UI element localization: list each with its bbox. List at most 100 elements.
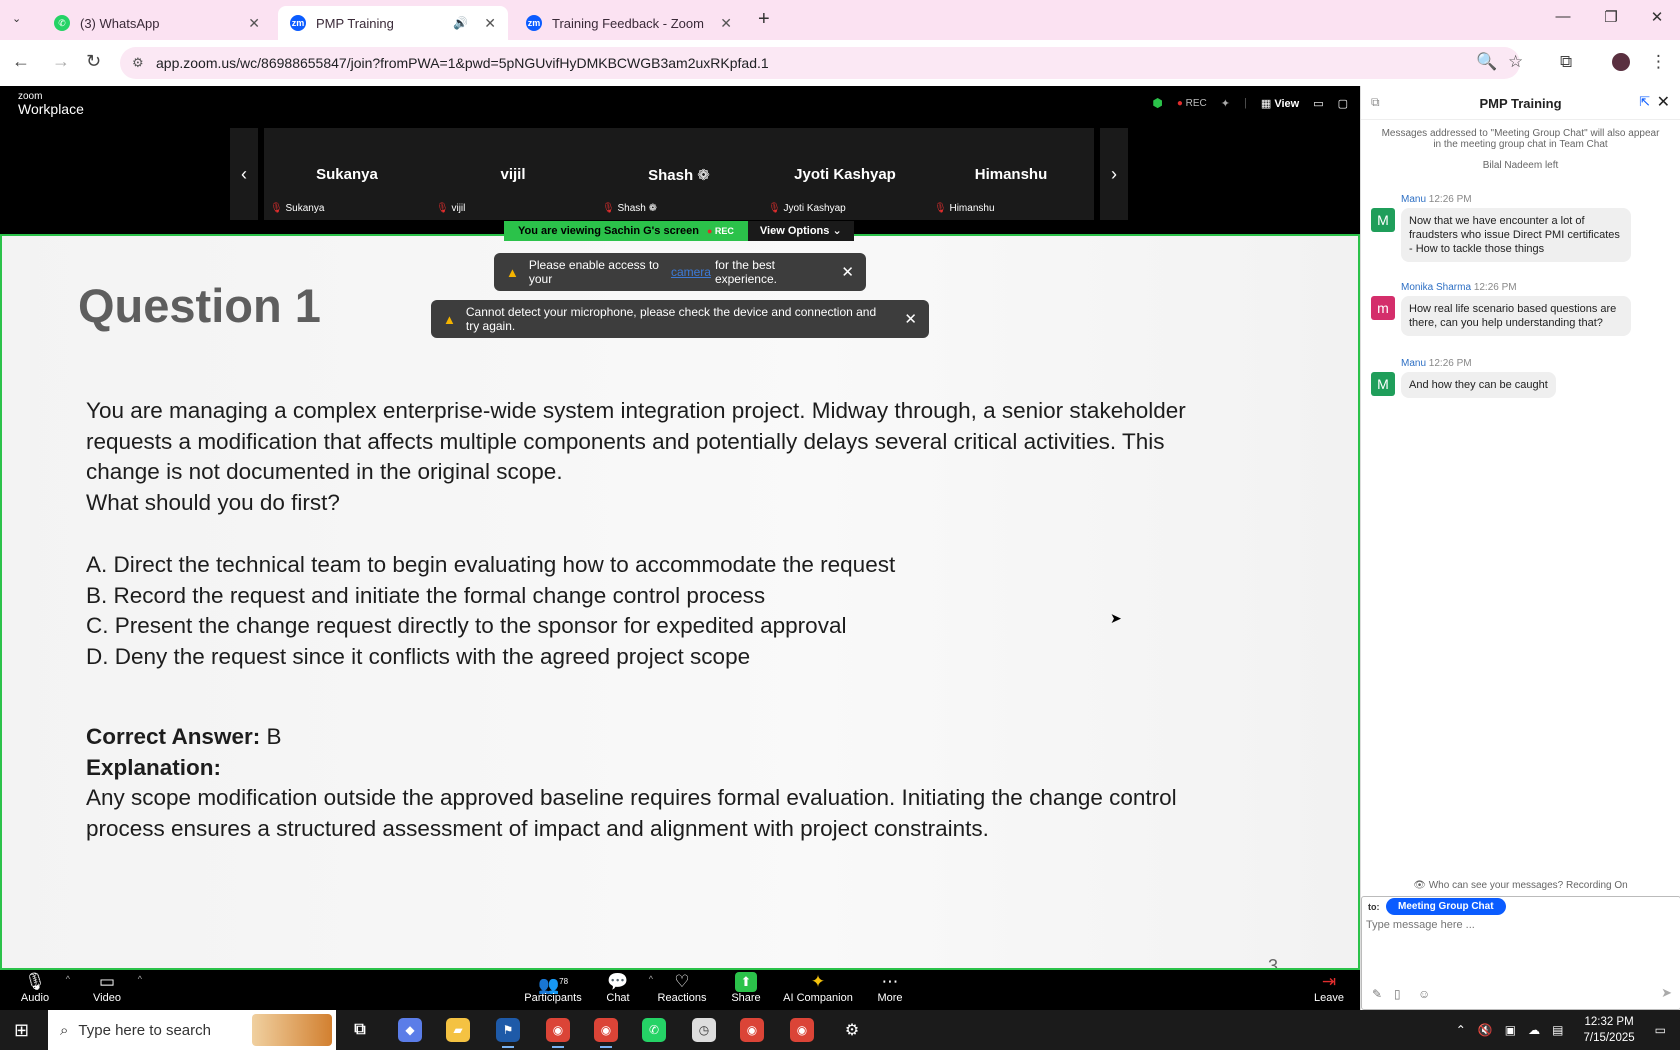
site-info-icon[interactable]: ⚙ — [132, 55, 144, 71]
back-arrow-icon[interactable]: ← — [12, 51, 30, 72]
minimize-meeting-icon[interactable]: ▭ — [1313, 97, 1323, 110]
clock-app-icon[interactable]: ◷ — [692, 1018, 716, 1042]
video-button[interactable]: ▭ Video ^ — [72, 972, 142, 1004]
settings-gear-icon[interactable]: ⚙ — [840, 1018, 864, 1042]
encryption-shield-icon[interactable]: ⬢ — [1152, 96, 1162, 110]
volume-muted-icon[interactable]: 🔇 — [1478, 1023, 1493, 1037]
participant-tile[interactable]: Shash ❁ 🎙 Shash ❁ — [596, 128, 762, 220]
url-input[interactable]: ⚙ app.zoom.us/wc/86988655847/join?fromPW… — [120, 47, 1520, 79]
warning-icon: ▲ — [506, 264, 519, 280]
show-hidden-icons-chevron-icon[interactable]: ⌃ — [1456, 1023, 1466, 1037]
file-icon[interactable]: ▯ — [1394, 987, 1401, 1001]
new-tab-plus-icon[interactable]: + — [758, 8, 770, 31]
clock-time: 12:32 PM — [1584, 1016, 1634, 1028]
browser-menu-icon[interactable]: ⋮ — [1650, 52, 1667, 72]
chrome-icon[interactable]: ◉ — [546, 1018, 570, 1048]
participant-tile[interactable]: Sukanya 🎙 Sukanya — [264, 128, 430, 220]
strip-prev-arrow-icon[interactable]: ‹ — [230, 128, 258, 220]
shared-screen: Question 1 You are managing a complex en… — [0, 234, 1360, 970]
format-icon[interactable]: ✎ — [1372, 987, 1382, 1001]
close-tab-icon[interactable]: ✕ — [720, 15, 732, 32]
whatsapp-icon[interactable]: ✆ — [642, 1018, 666, 1042]
send-icon[interactable]: ➤ — [1661, 985, 1672, 1001]
leave-button[interactable]: ⇥ Leave — [1304, 972, 1354, 1004]
close-chat-icon[interactable]: ✕ — [1657, 92, 1670, 112]
minimize-icon[interactable]: — — [1548, 8, 1578, 25]
recipient-dropdown[interactable]: Meeting Group Chat — [1386, 898, 1506, 915]
participant-label-text: Jyoti Kashyap — [783, 203, 846, 214]
explanation-label: Explanation: — [86, 754, 222, 780]
taskbar-clock[interactable]: 12:32 PM 7/15/2025 — [1583, 1014, 1634, 1046]
chrome-icon[interactable]: ◉ — [790, 1018, 814, 1042]
tab-list-chevron-icon[interactable]: ⌄ — [12, 12, 21, 25]
logo-big-text: Workplace — [18, 101, 84, 117]
camera-link[interactable]: camera — [671, 265, 711, 279]
notif-text: for the best experience. — [714, 258, 777, 286]
sparkle-icon: ✦ — [810, 972, 826, 991]
video-caret-icon[interactable]: ^ — [138, 974, 142, 984]
task-view-icon[interactable]: ⧉ — [348, 1018, 372, 1042]
participants-button[interactable]: 👥78 Participants — [518, 972, 588, 1004]
close-notification-icon[interactable]: ✕ — [841, 263, 854, 281]
participant-tile[interactable]: Jyoti Kashyap 🎙 Jyoti Kashyap — [762, 128, 928, 220]
taskbar-search[interactable]: ⌕ Type here to search — [48, 1010, 336, 1050]
copilot-icon[interactable]: ◆ — [398, 1018, 422, 1042]
windows-taskbar: ⊞ ⌕ Type here to search ⧉ ◆ ▰ ⚑ ◉ ◉ ✆ ◷ … — [0, 1010, 1680, 1050]
correct-answer-label: Correct Answer: — [86, 724, 261, 749]
participant-tile[interactable]: Himanshu 🎙 Himanshu — [928, 128, 1094, 220]
tab-whatsapp[interactable]: ✆ (3) WhatsApp ✕ — [42, 6, 272, 40]
view-options-button[interactable]: View Options ⌄ — [747, 221, 854, 241]
audio-caret-icon[interactable]: ^ — [66, 974, 70, 984]
audio-button[interactable]: 🎙 Audio ^ — [0, 972, 70, 1004]
close-tab-icon[interactable]: ✕ — [248, 15, 260, 32]
sender-name[interactable]: Manu — [1401, 358, 1426, 369]
chat-system-note: Messages addressed to "Meeting Group Cha… — [1381, 128, 1660, 150]
chrome-icon[interactable]: ◉ — [594, 1018, 618, 1048]
sender-name[interactable]: Manu — [1401, 194, 1426, 205]
sender-name[interactable]: Monika Sharma — [1401, 282, 1471, 293]
speaker-icon[interactable]: 🔊 — [453, 16, 468, 30]
participant-label: 🎙 Shash ❁ — [602, 203, 657, 214]
onedrive-icon[interactable]: ☁ — [1528, 1023, 1540, 1037]
message-input[interactable] — [1366, 915, 1666, 935]
restore-icon[interactable]: ❐ — [1596, 8, 1626, 26]
zoom-magnifier-icon[interactable]: 🔍 — [1476, 52, 1497, 72]
notifications-icon[interactable]: ▭ — [1655, 1023, 1666, 1037]
chat-label: Chat — [606, 992, 630, 1004]
profile-avatar[interactable] — [1610, 51, 1632, 73]
chrome-icon[interactable]: ◉ — [740, 1018, 764, 1042]
share-button[interactable]: ⬆ Share — [711, 972, 781, 1004]
fullscreen-icon[interactable]: ▢ — [1338, 97, 1348, 110]
avatar[interactable]: M — [1371, 372, 1395, 396]
view-button[interactable]: ▦ View — [1261, 97, 1299, 110]
close-window-icon[interactable]: ✕ — [1642, 8, 1672, 26]
ai-sparkle-icon[interactable]: ✦ — [1221, 97, 1230, 110]
tab-pmp-training[interactable]: zm PMP Training 🔊 ✕ — [278, 6, 508, 40]
network-icon[interactable]: ▤ — [1552, 1023, 1563, 1037]
camera-icon[interactable]: ▣ — [1505, 1023, 1516, 1037]
avatar[interactable]: m — [1371, 296, 1395, 320]
extensions-puzzle-icon[interactable]: ⧉ — [1560, 52, 1572, 72]
reload-icon[interactable]: ↻ — [86, 51, 101, 72]
bookmark-star-icon[interactable]: ☆ — [1508, 52, 1523, 72]
forward-arrow-icon[interactable]: → — [52, 51, 70, 72]
participant-name: Sukanya — [316, 166, 378, 183]
tab-training-feedback[interactable]: zm Training Feedback - Zoom ✕ — [514, 6, 744, 40]
close-tab-icon[interactable]: ✕ — [484, 15, 496, 32]
popout-icon[interactable]: ⇱ — [1639, 94, 1650, 110]
participant-label-text: vijil — [451, 203, 466, 214]
more-button[interactable]: ⋯ More — [855, 972, 925, 1004]
reactions-button[interactable]: ♡ Reactions — [647, 972, 717, 1004]
who-can-see-link[interactable]: 👁 Who can see your messages? Recording O… — [1361, 880, 1680, 891]
app-icon[interactable]: ⚑ — [496, 1018, 520, 1048]
chat-button[interactable]: 💬 Chat ^ — [583, 972, 653, 1004]
close-notification-icon[interactable]: ✕ — [904, 310, 917, 328]
participant-tile[interactable]: vijil 🎙 vijil — [430, 128, 596, 220]
file-explorer-icon[interactable]: ▰ — [446, 1018, 470, 1042]
strip-next-arrow-icon[interactable]: › — [1100, 128, 1128, 220]
windows-start-icon[interactable]: ⊞ — [14, 1020, 29, 1041]
avatar[interactable]: M — [1371, 208, 1395, 232]
stem-line: requests a modification that affects mul… — [86, 428, 1165, 454]
ai-companion-button[interactable]: ✦ AI Companion — [778, 972, 858, 1004]
emoji-icon[interactable]: ☺ — [1418, 987, 1430, 1001]
